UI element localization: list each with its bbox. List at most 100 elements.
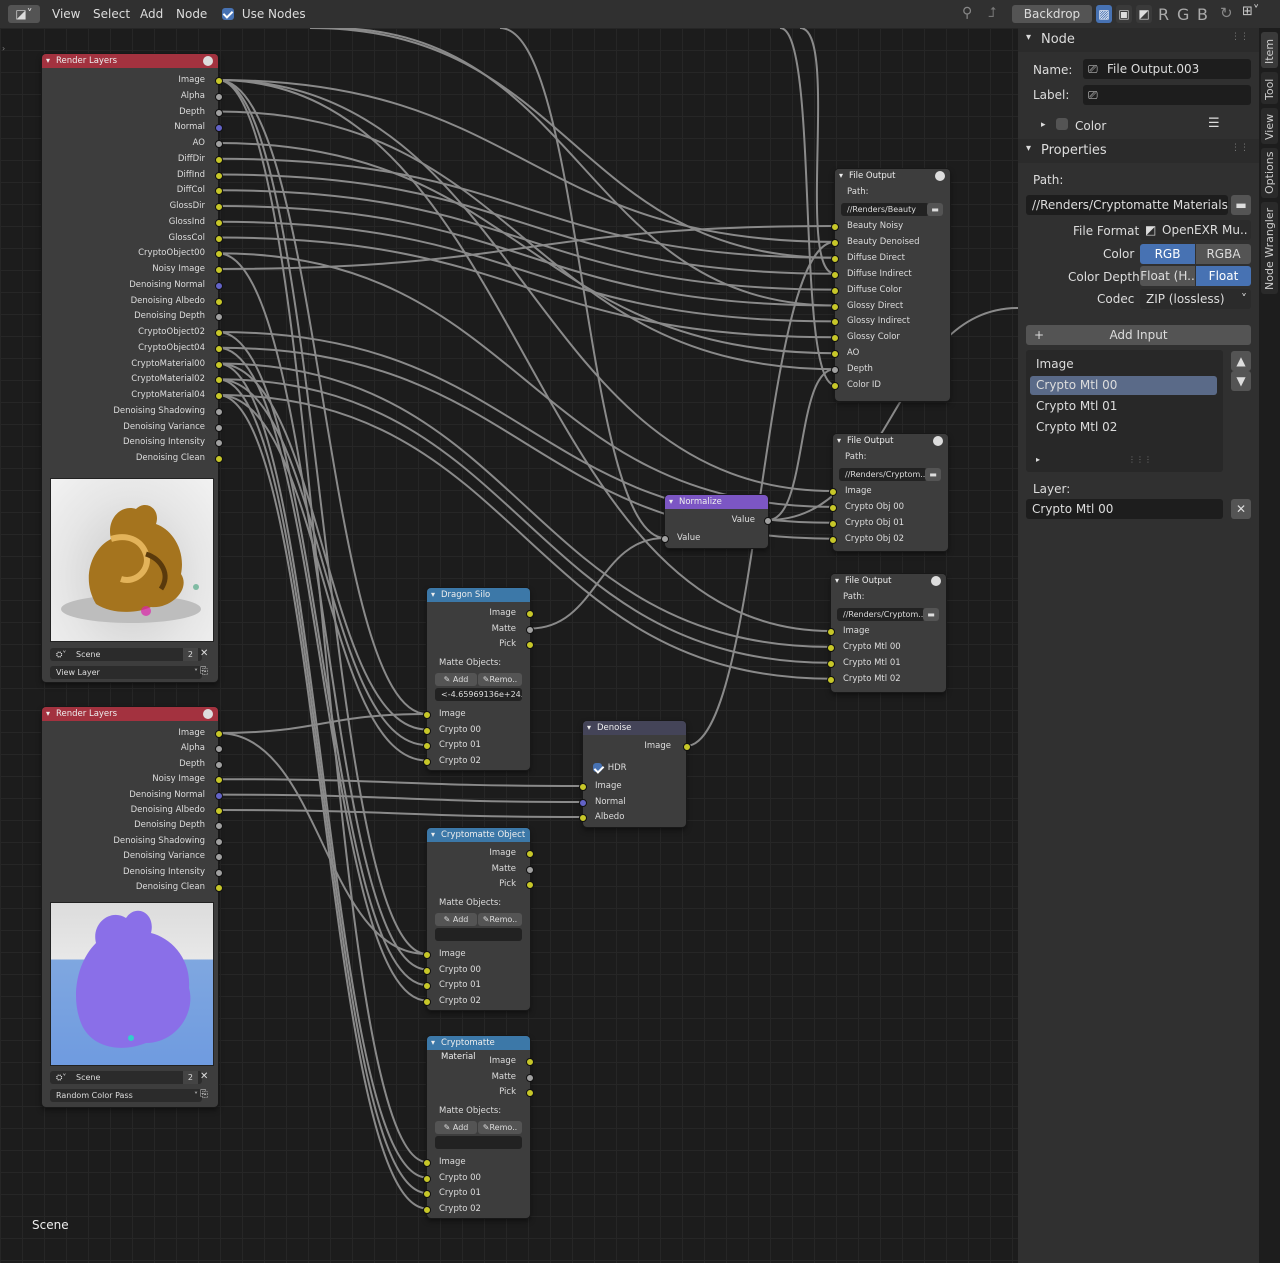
input-socket[interactable] <box>423 726 431 735</box>
output-socket[interactable] <box>526 610 534 618</box>
input-socket[interactable] <box>423 757 431 766</box>
add-input-button[interactable]: + Add Input <box>1026 325 1251 345</box>
input-socket[interactable] <box>831 318 839 327</box>
tab-item[interactable]: Item <box>1261 32 1278 68</box>
output-socket[interactable] <box>215 868 223 877</box>
folder-icon[interactable]: ▬ <box>1231 195 1251 215</box>
canvas-left-arrow-icon[interactable]: › <box>2 44 5 53</box>
color-depth-half[interactable]: Float (H.. <box>1140 266 1195 286</box>
node-name-field[interactable]: ⎚ File Output.003 <box>1083 59 1251 79</box>
scene-selector[interactable]: ⛭˅ Scene 2 <box>50 648 202 661</box>
output-socket[interactable] <box>526 881 534 889</box>
input-socket[interactable] <box>831 350 839 359</box>
cryptomatte-header[interactable]: Cryptomatte Material <box>427 1036 530 1062</box>
input-socket[interactable] <box>423 1174 431 1183</box>
tab-options[interactable]: Options <box>1261 148 1278 198</box>
input-socket[interactable] <box>423 711 431 719</box>
output-socket[interactable] <box>526 865 534 874</box>
input-list-item[interactable]: Crypto Mtl 02 <box>1030 418 1217 437</box>
cryptomatte-header[interactable]: Cryptomatte Object <box>427 828 530 842</box>
output-socket[interactable] <box>215 234 223 243</box>
color-mode-rgb[interactable]: RGB <box>1140 244 1195 264</box>
cryptomatte-material-node[interactable]: Cryptomatte MaterialImageMattePickMatte … <box>423 1036 534 1218</box>
use-nodes-toggle[interactable]: Use Nodes <box>222 7 306 21</box>
render-layers-node-1[interactable]: Render Layers Image Alpha Depth Normal AO Dif… <box>42 54 223 682</box>
output-socket[interactable] <box>526 625 534 634</box>
output-socket[interactable] <box>215 297 223 306</box>
remove-matte-button[interactable]: ✎Remo.. <box>478 673 522 686</box>
input-socket[interactable] <box>423 966 431 975</box>
matte-objects-field[interactable] <box>435 1136 522 1149</box>
backdrop-channels-icon[interactable]: ▨ <box>1096 5 1112 23</box>
output-node-icon[interactable] <box>931 576 941 586</box>
output-socket[interactable] <box>215 155 223 164</box>
properties-panel-header[interactable]: ▾ Properties ⋮⋮ <box>1018 139 1259 163</box>
output-socket[interactable] <box>215 203 223 211</box>
menu-view[interactable]: View <box>52 7 80 21</box>
node-panel-header[interactable]: ▾ Node ⋮⋮ <box>1018 28 1259 52</box>
file-output-header[interactable]: File Output <box>833 434 948 448</box>
output-node-icon[interactable] <box>935 171 945 181</box>
list-expand-icon[interactable]: ▸ <box>1036 455 1040 464</box>
channel-g[interactable]: G <box>1177 5 1189 24</box>
codec-dropdown[interactable]: ZIP (lossless) ˅ <box>1140 289 1251 309</box>
output-socket[interactable] <box>215 455 223 463</box>
file-format-dropdown[interactable]: ◩ OpenEXR Mu.. <box>1140 220 1251 240</box>
editor-type-button[interactable]: ◪˅ <box>8 5 40 23</box>
input-socket[interactable] <box>423 1190 431 1198</box>
hdr-checkbox[interactable] <box>593 763 602 772</box>
input-socket[interactable] <box>829 488 837 496</box>
overlay-icon[interactable]: ↻ <box>1220 4 1233 22</box>
output-socket[interactable] <box>215 92 223 101</box>
render-layers-header[interactable]: Render Layers <box>42 707 218 721</box>
input-socket[interactable] <box>831 334 839 343</box>
input-socket[interactable] <box>827 628 835 636</box>
input-socket[interactable] <box>423 997 431 1006</box>
scene-unlink-icon[interactable]: ✕ <box>200 1071 208 1082</box>
output-socket[interactable] <box>215 791 223 800</box>
node-label-field[interactable]: ⎚ <box>1083 85 1251 105</box>
input-socket[interactable] <box>831 302 839 311</box>
input-list-item[interactable]: Crypto Mtl 01 <box>1030 397 1217 416</box>
color-mode-rgba[interactable]: RGBA <box>1196 244 1251 264</box>
node-canvas[interactable]: › Render Layers Image Alpha Depth Normal AO D… <box>0 28 1018 1263</box>
input-socket[interactable] <box>423 1205 431 1214</box>
scene-selector[interactable]: ⛭˅ Scene 2 <box>50 1071 202 1084</box>
input-socket[interactable] <box>827 659 835 668</box>
input-list-item[interactable]: Crypto Mtl 00 <box>1030 376 1217 395</box>
remove-input-button[interactable]: ✕ <box>1231 499 1251 519</box>
output-socket[interactable] <box>215 108 223 117</box>
layer-field[interactable]: Crypto Mtl 00 <box>1026 499 1223 519</box>
output-socket[interactable] <box>215 407 223 416</box>
file-output-crypto-objects-node[interactable]: File Output Path: //Renders/Cryptom..▬ Imag… <box>829 434 948 551</box>
input-socket[interactable] <box>579 799 587 807</box>
output-socket[interactable] <box>215 360 223 369</box>
add-matte-button[interactable]: ✎ Add <box>435 913 477 926</box>
remove-matte-button[interactable]: ✎Remo.. <box>478 1121 522 1134</box>
output-socket[interactable] <box>215 77 223 85</box>
tab-tool[interactable]: Tool <box>1261 72 1278 104</box>
matte-objects-field[interactable] <box>435 928 522 941</box>
input-socket[interactable] <box>827 675 835 684</box>
input-socket[interactable] <box>831 382 839 390</box>
hdr-checkbox-row[interactable]: HDR <box>593 761 627 775</box>
output-socket[interactable] <box>215 837 223 846</box>
output-socket[interactable] <box>215 745 223 754</box>
normalize-node[interactable]: Normalize Value Value <box>661 495 772 548</box>
cryptomatte-object-node[interactable]: Cryptomatte Object Image Matte Pick Matte Ob… <box>423 828 534 1010</box>
input-socket[interactable] <box>831 223 839 231</box>
output-socket[interactable] <box>215 171 223 180</box>
input-socket[interactable] <box>423 951 431 959</box>
folder-icon[interactable]: ▬ <box>923 608 939 621</box>
input-socket[interactable] <box>831 238 839 247</box>
output-socket[interactable] <box>215 807 223 815</box>
tab-node-wrangler[interactable]: Node Wrangler <box>1261 202 1278 294</box>
output-socket[interactable] <box>215 392 223 400</box>
file-output-crypto-materials-node[interactable]: File Output Path: //Renders/Cryptom..▬ Imag… <box>827 574 946 692</box>
input-list-item[interactable]: Image <box>1030 355 1217 374</box>
render-layer-icon[interactable]: ⎘ <box>200 1089 208 1100</box>
output-socket[interactable] <box>215 281 223 290</box>
scene-unlink-icon[interactable]: ✕ <box>200 648 208 659</box>
render-icon[interactable] <box>203 709 213 719</box>
path-field[interactable]: //Renders/Cryptom.. <box>837 608 925 621</box>
